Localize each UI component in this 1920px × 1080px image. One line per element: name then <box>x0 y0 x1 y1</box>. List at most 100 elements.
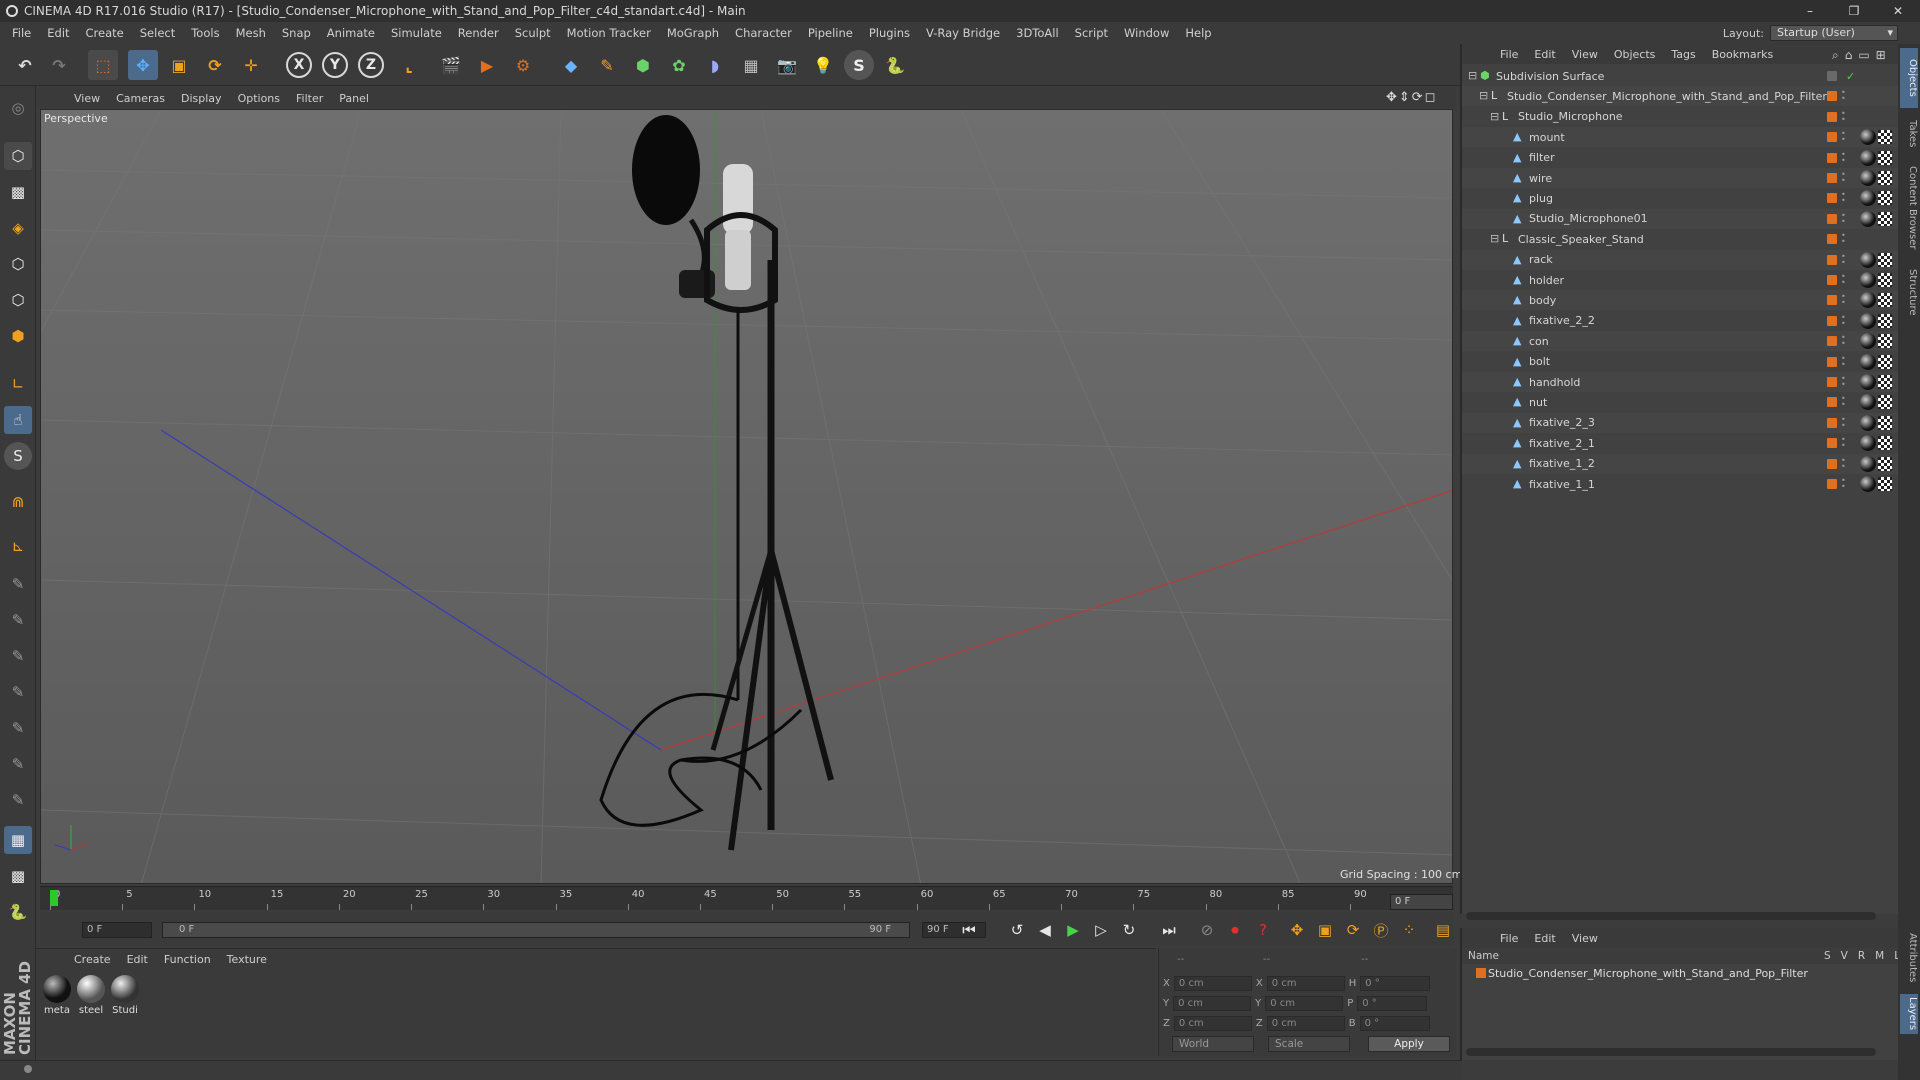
object-manager-scrollbar[interactable] <box>1466 912 1876 920</box>
camera-icon[interactable]: 📷 <box>772 50 802 80</box>
object-row[interactable]: ▲ con • • <box>1462 331 1900 352</box>
layer-color-tag[interactable] <box>1827 315 1837 326</box>
visibility-dots-icon[interactable]: • • <box>1841 313 1846 327</box>
object-row[interactable]: ▲ holder • • <box>1462 270 1900 290</box>
apply-button[interactable]: Apply <box>1368 1036 1450 1052</box>
brush-tool-1-icon[interactable]: ✎ <box>4 570 32 598</box>
workplane-icon[interactable]: ⊾ <box>4 532 32 560</box>
object-row[interactable]: ▲ mount • • <box>1462 127 1900 148</box>
layer-color-tag[interactable] <box>1827 438 1837 449</box>
step-back-icon[interactable]: ◀ <box>1034 920 1056 940</box>
object-row[interactable]: ▲ fixative_2_1 • • <box>1462 433 1900 453</box>
points-mode-icon[interactable]: ⬡ <box>4 250 32 278</box>
keyframe-selection-icon[interactable]: ? <box>1252 920 1274 940</box>
goto-end-icon[interactable]: ⏭ <box>1158 920 1180 940</box>
spline-pen-icon[interactable]: ✎ <box>592 50 622 80</box>
make-editable-icon[interactable]: ◎ <box>4 94 32 122</box>
menu-script[interactable]: Script <box>1067 26 1116 40</box>
menu-plugins[interactable]: Plugins <box>861 26 918 40</box>
material-thumb[interactable]: Studi <box>110 975 140 1016</box>
visibility-dots-icon[interactable]: • • <box>1841 334 1846 348</box>
render-settings-icon[interactable]: ⚙ <box>508 50 538 80</box>
layer-color-tag[interactable] <box>1827 377 1837 387</box>
uvw-tag-icon[interactable] <box>1878 273 1892 287</box>
perspective-viewport[interactable] <box>40 109 1453 884</box>
autokey-icon[interactable]: ⏺ <box>1224 920 1246 940</box>
expand-toggle-icon[interactable]: ⊟ <box>1490 233 1502 245</box>
floor-scene-icon[interactable]: ▦ <box>736 50 766 80</box>
viewport-menu-options[interactable]: Options <box>230 92 288 105</box>
object-row[interactable]: ▲ filter • • <box>1462 148 1900 168</box>
subdivision-surface-icon[interactable]: ⬢ <box>628 50 658 80</box>
menu-render[interactable]: Render <box>450 26 507 40</box>
goto-start-icon[interactable]: ⏮ <box>958 920 980 940</box>
material-tag-icon[interactable] <box>1860 435 1876 452</box>
visibility-dots-icon[interactable]: • • <box>1841 375 1846 389</box>
visibility-dots-icon[interactable]: • • <box>1841 232 1846 246</box>
layer-color-tag[interactable] <box>1827 111 1837 122</box>
layer-color-tag[interactable] <box>1827 275 1837 285</box>
object-row[interactable]: ▲ Studio_Microphone01 • • <box>1462 208 1900 229</box>
layer-color-tag[interactable] <box>1827 91 1837 102</box>
layer-color-tag[interactable] <box>1827 132 1837 143</box>
magnet-icon[interactable]: ⋒ <box>4 488 32 516</box>
uvw-tag-icon[interactable] <box>1878 313 1892 328</box>
snap-icon[interactable]: S <box>4 442 32 470</box>
layout-dropdown[interactable]: Startup (User) <box>1770 25 1898 41</box>
menu-mograph[interactable]: MoGraph <box>659 26 727 40</box>
menu-tools[interactable]: Tools <box>183 26 227 40</box>
script-manager-icon[interactable]: S <box>844 50 874 80</box>
cube-primitive-icon[interactable]: ◆ <box>556 50 586 80</box>
layer-color-tag[interactable] <box>1827 173 1837 183</box>
menu-motion-tracker[interactable]: Motion Tracker <box>559 26 659 40</box>
layer-color-tag[interactable] <box>1827 479 1837 489</box>
move-tool-icon[interactable]: ✥ <box>128 50 158 80</box>
material-tag-icon[interactable] <box>1860 251 1876 268</box>
viewport-menu-filter[interactable]: Filter <box>288 92 331 105</box>
menu-mesh[interactable]: Mesh <box>228 26 274 40</box>
key-parameter-icon[interactable]: Ⓟ <box>1370 920 1392 940</box>
material-tag-icon[interactable] <box>1860 353 1876 370</box>
object-row[interactable]: ▲ fixative_2_2 • • <box>1462 311 1900 331</box>
material-menu-edit[interactable]: Edit <box>119 953 156 966</box>
key-rotation-icon[interactable]: ⟳ <box>1342 920 1364 940</box>
rot-p-field[interactable]: 0 ° <box>1357 995 1428 1011</box>
goto-prev-key-icon[interactable]: ↺ <box>1006 920 1028 940</box>
enabled-check-icon[interactable]: ✓ <box>1846 70 1855 83</box>
visibility-dots-icon[interactable]: • • <box>1841 109 1846 123</box>
visibility-dots-icon[interactable]: • • <box>1841 89 1846 103</box>
axis-x-button[interactable]: X <box>284 50 314 80</box>
size-z-field[interactable]: 0 cm <box>1266 1015 1345 1031</box>
object-manager-tool-icons[interactable]: ⌕⌂▭⊞ <box>1832 48 1892 63</box>
material-tag-icon[interactable] <box>1860 170 1876 186</box>
visibility-dots-icon[interactable]: • • <box>1841 211 1846 225</box>
material-tag-icon[interactable] <box>1860 312 1876 329</box>
menu-help[interactable]: Help <box>1177 26 1219 40</box>
object-row[interactable]: ▲ fixative_1_2 • • <box>1462 453 1900 474</box>
material-menu-function[interactable]: Function <box>156 953 219 966</box>
tab-objects[interactable]: Objects <box>1900 48 1918 108</box>
python-icon[interactable]: 🐍 <box>880 50 910 80</box>
axis-y-button[interactable]: Y <box>320 50 350 80</box>
object-row[interactable]: ▲ body • • <box>1462 290 1900 311</box>
current-frame-field[interactable]: 0 F <box>1390 894 1453 910</box>
layer-color-tag[interactable] <box>1827 152 1837 163</box>
menu-snap[interactable]: Snap <box>274 26 319 40</box>
coord-mode-dropdown[interactable]: World <box>1172 1036 1254 1052</box>
render-picture-viewer-icon[interactable]: ▶ <box>472 50 502 80</box>
layer-color-tag[interactable] <box>1827 417 1837 428</box>
texture-mode-icon[interactable]: ▩ <box>4 178 32 206</box>
object-menu-view[interactable]: View <box>1564 48 1606 61</box>
visibility-toggle-icon[interactable] <box>1827 71 1837 81</box>
brush-tool-5-icon[interactable]: ✎ <box>4 714 32 742</box>
step-forward-icon[interactable]: ▷ <box>1090 920 1112 940</box>
viewport-menu-cameras[interactable]: Cameras <box>108 92 173 105</box>
object-row[interactable]: ⊟ L Studio_Microphone • • <box>1462 107 1900 127</box>
coord-scale-dropdown[interactable]: Scale <box>1268 1036 1350 1052</box>
object-menu-edit[interactable]: Edit <box>1526 48 1563 61</box>
scale-tool-icon[interactable]: ▣ <box>164 50 194 80</box>
object-row[interactable]: ▲ fixative_1_1 • • <box>1462 474 1900 494</box>
rot-h-field[interactable]: 0 ° <box>1360 975 1431 991</box>
object-row[interactable]: ⊟ ⬢ Subdivision Surface ✓ <box>1462 66 1900 86</box>
rot-b-field[interactable]: 0 ° <box>1359 1015 1430 1031</box>
